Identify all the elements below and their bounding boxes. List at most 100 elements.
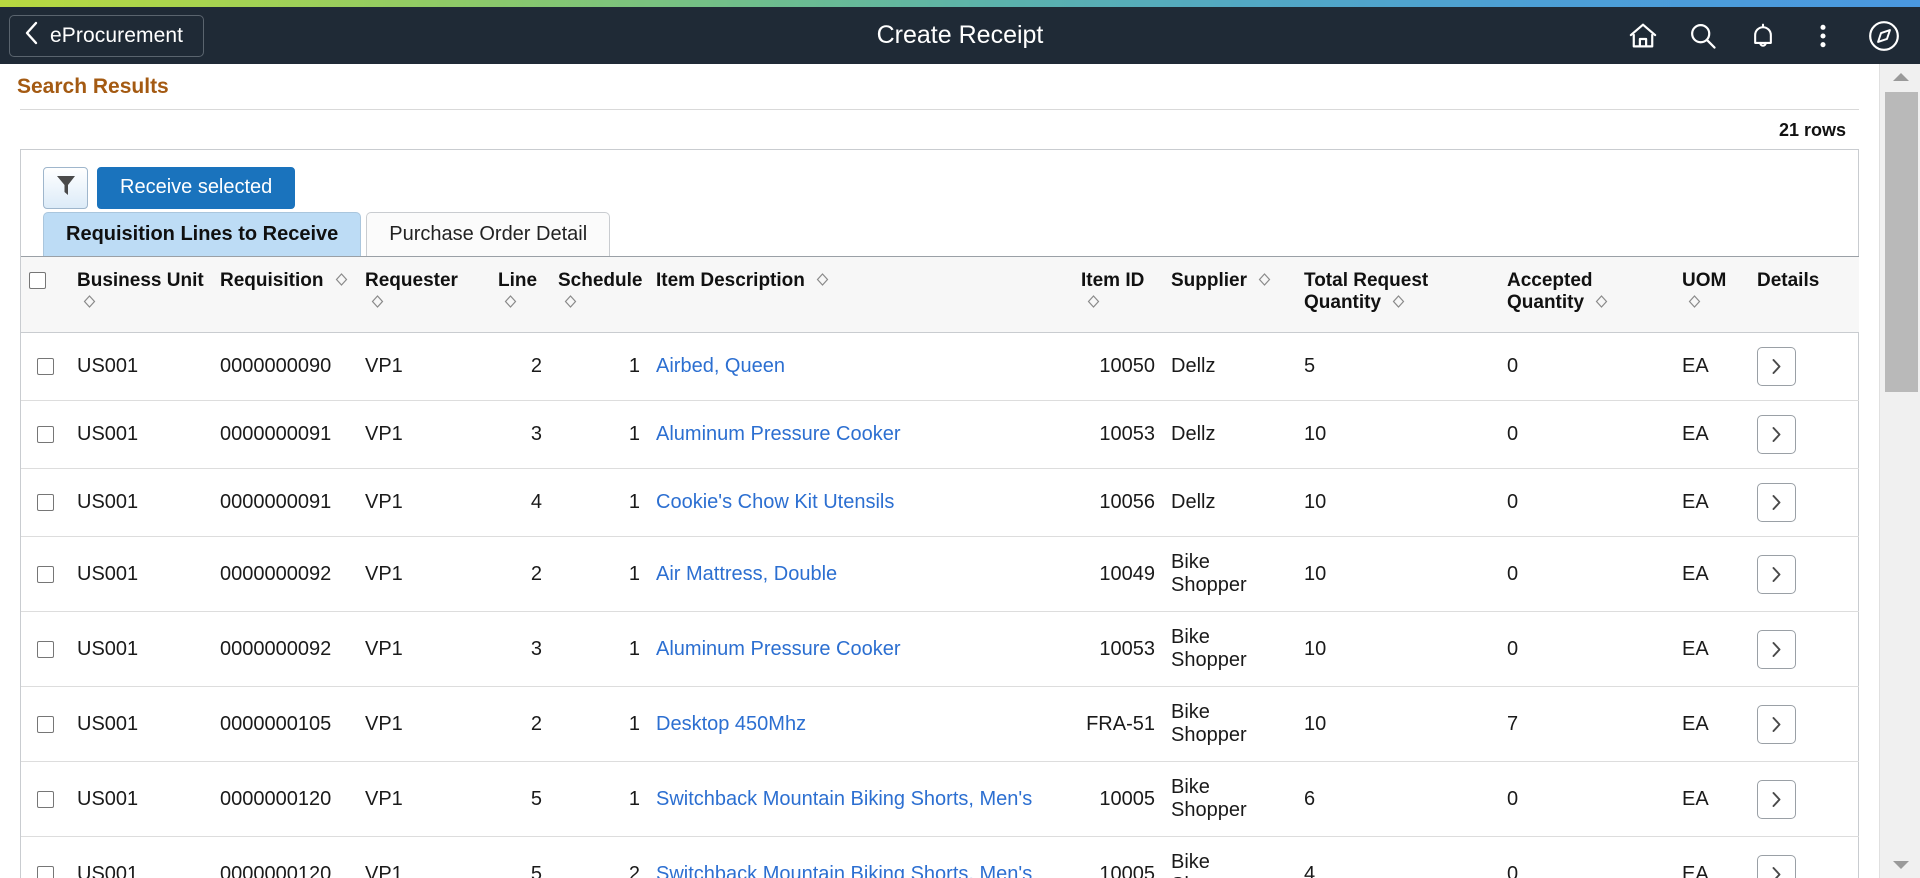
receive-selected-button[interactable]: Receive selected [97, 166, 296, 209]
row-details-button[interactable] [1757, 483, 1796, 522]
cell-uom: EA [1674, 611, 1749, 687]
cell-details [1749, 332, 1859, 401]
item-description-link[interactable]: Aluminum Pressure Cooker [656, 423, 901, 445]
cell-line: 3 [490, 611, 550, 687]
row-checkbox[interactable] [36, 426, 54, 444]
row-checkbox[interactable] [36, 640, 54, 658]
th-item-id[interactable]: Item ID [1073, 256, 1163, 333]
home-icon[interactable] [1628, 21, 1658, 51]
kebab-menu-icon[interactable] [1808, 21, 1838, 51]
th-uom[interactable]: UOM [1674, 256, 1749, 333]
row-details-button[interactable] [1757, 704, 1796, 744]
item-description-link[interactable]: Airbed, Queen [656, 355, 785, 377]
th-select-all [21, 256, 69, 333]
th-accepted-quantity[interactable]: Accepted Quantity [1499, 256, 1674, 333]
cell-accepted-quantity: 0 [1507, 862, 1519, 878]
cell-uom: EA [1682, 862, 1709, 878]
row-checkbox[interactable] [36, 358, 54, 376]
row-details-button[interactable] [1757, 779, 1796, 819]
cell-uom: EA [1674, 536, 1749, 612]
cell-supplier: Dellz [1163, 332, 1296, 401]
chevron-left-icon [24, 21, 38, 50]
item-description-link[interactable]: Cookie's Chow Kit Utensils [656, 491, 894, 513]
cell-total-request-quantity: 10 [1296, 536, 1499, 612]
tab-requisition-lines-to-receive[interactable]: Requisition Lines to Receive [43, 212, 362, 256]
th-label: Supplier [1171, 270, 1248, 291]
row-details-button[interactable] [1757, 554, 1796, 594]
cell-total-request-quantity: 10 [1296, 611, 1499, 687]
cell-details [1749, 686, 1859, 762]
row-details-button[interactable] [1757, 347, 1796, 386]
th-label: Business Unit [77, 270, 204, 291]
row-checkbox[interactable] [36, 865, 54, 878]
select-all-checkbox[interactable] [29, 272, 46, 290]
row-details-button[interactable] [1757, 629, 1796, 669]
row-details-button[interactable] [1757, 854, 1796, 878]
cell-business-unit: US001 [69, 400, 212, 469]
cell-item-id: 10005 [1099, 862, 1155, 878]
compass-icon[interactable] [1868, 20, 1900, 52]
bell-icon[interactable] [1748, 21, 1778, 51]
cell-details [1749, 400, 1859, 469]
sort-diamond-icon [1087, 293, 1100, 315]
cell-details [1749, 761, 1859, 837]
table-row: US001 0000000092 VP1 2 1 Air Mattress, Double… [21, 536, 1859, 612]
item-description-link[interactable]: Aluminum Pressure Cooker [656, 638, 901, 660]
th-requisition[interactable]: Requisition [212, 256, 357, 333]
cell-item-id: FRA-51 [1073, 686, 1163, 762]
row-checkbox[interactable] [36, 565, 54, 583]
th-item-description[interactable]: Item Description [648, 256, 1073, 333]
cell-business-unit: US001 [69, 536, 212, 612]
cell-accepted-quantity: 0 [1499, 332, 1674, 401]
cell-requester: VP1 [365, 862, 403, 878]
sort-diamond-icon [816, 271, 829, 293]
item-description-link[interactable]: Air Mattress, Double [656, 563, 837, 585]
cell-supplier: Bike Shopper [1163, 536, 1296, 612]
cell-select [21, 400, 69, 469]
cell-supplier: Bike Shopper [1163, 686, 1296, 762]
row-details-button[interactable] [1757, 415, 1796, 454]
table-row: US001 0000000091 VP1 3 1 Aluminum Pressure Co… [21, 400, 1859, 469]
th-requester[interactable]: Requester [357, 256, 490, 333]
filter-button[interactable] [43, 166, 88, 209]
scrollbar-thumb[interactable] [1885, 92, 1918, 392]
th-line[interactable]: Line [490, 256, 550, 333]
back-to-eprocurement-button[interactable]: eProcurement [9, 14, 205, 57]
item-description-link[interactable]: Desktop 450Mhz [656, 713, 806, 735]
cell-schedule: 2 [628, 862, 640, 878]
item-description-link[interactable]: Switchback Mountain Biking Shorts, Men's [656, 788, 1032, 810]
cell-item-description: Desktop 450Mhz [648, 686, 1073, 762]
item-description-link[interactable]: Switchback Mountain Biking Shorts, Men's [656, 863, 1032, 878]
cell-schedule: 1 [550, 611, 648, 687]
cell-business-unit: US001 [69, 611, 212, 687]
scroll-up-arrow-icon[interactable] [1880, 64, 1920, 90]
search-icon[interactable] [1688, 21, 1718, 51]
cell-supplier: Bike Shopper [1163, 761, 1296, 837]
cell-requisition: 0000000090 [212, 332, 357, 401]
vertical-scrollbar[interactable] [1879, 64, 1920, 878]
row-checkbox[interactable] [36, 715, 54, 733]
cell-item-description: Airbed, Queen [648, 332, 1073, 401]
cell-item-description: Aluminum Pressure Cooker [648, 400, 1073, 469]
table-row: US001 0000000120 VP1 5 1 Switchback Mountain … [21, 761, 1859, 837]
row-checkbox[interactable] [36, 790, 54, 808]
cell-uom: EA [1674, 686, 1749, 762]
cell-schedule: 1 [550, 332, 648, 401]
cell-item-description: Switchback Mountain Biking Shorts, Men's [648, 837, 1073, 878]
cell-select [21, 837, 69, 878]
cell-schedule: 1 [550, 686, 648, 762]
row-checkbox[interactable] [36, 494, 54, 512]
tab-purchase-order-detail[interactable]: Purchase Order Detail [366, 212, 611, 256]
cell-requester: VP1 [357, 468, 490, 537]
cell-item-description: Aluminum Pressure Cooker [648, 611, 1073, 687]
th-business-unit[interactable]: Business Unit [69, 256, 212, 333]
th-label: Requester [365, 270, 458, 291]
th-schedule[interactable]: Schedule [550, 256, 648, 333]
cell-details [1749, 611, 1859, 687]
cell-accepted-quantity: 0 [1499, 761, 1674, 837]
scroll-down-arrow-icon[interactable] [1880, 852, 1920, 878]
th-total-request-quantity[interactable]: Total Request Quantity [1296, 256, 1499, 333]
results-panel: Receive selected Requisition Lines to Re… [20, 149, 1859, 256]
cell-total-request-quantity: 6 [1296, 761, 1499, 837]
th-supplier[interactable]: Supplier [1163, 256, 1296, 333]
